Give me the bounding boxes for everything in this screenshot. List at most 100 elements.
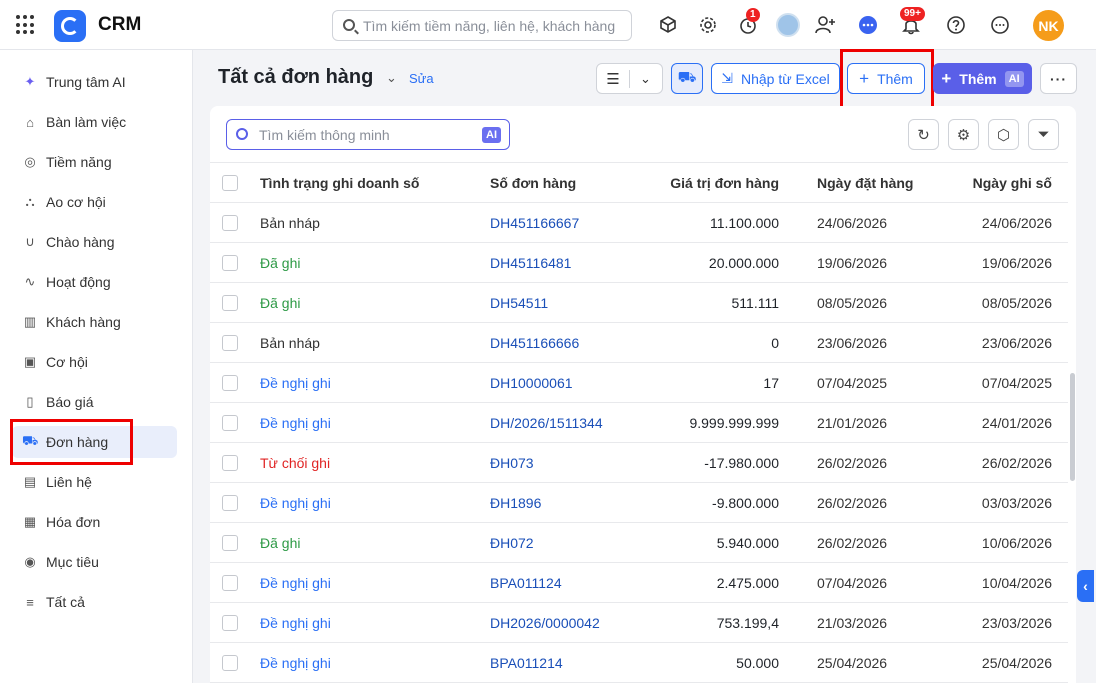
row-checkbox[interactable] [222, 574, 238, 591]
table-row[interactable]: Bản nháp DH451166667 11.100.000 24/06/2026 2… [210, 202, 1068, 243]
more-actions-button[interactable]: ··· [1040, 63, 1077, 94]
vertical-scrollbar[interactable] [1070, 373, 1075, 481]
chevron-left-icon: ‹ [1083, 578, 1088, 594]
help-icon[interactable] [944, 13, 968, 37]
briefcase-icon: ▣ [23, 354, 37, 369]
sidebar-item-ai-center[interactable]: ✦ Trung tâm AI [12, 66, 177, 98]
sidebar-item-label: Cơ hội [46, 354, 88, 370]
box-button[interactable]: ⬡ [988, 119, 1019, 150]
table-row[interactable]: Đề nghị ghi DH2026/0000042 753.199,4 21/03/… [210, 602, 1068, 643]
table-row[interactable]: Đã ghi DH54511 511.111 08/05/2026 08/05/2026 [210, 282, 1068, 323]
order-date-cell: 26/02/2026 [795, 442, 932, 483]
collapse-panel-tab[interactable]: ‹ [1077, 570, 1094, 602]
column-header-order-no[interactable]: Số đơn hàng [465, 162, 635, 203]
order-number-link[interactable]: DH2026/0000042 [465, 602, 635, 643]
row-checkbox[interactable] [222, 294, 238, 311]
order-date-cell: 07/04/2026 [795, 562, 932, 603]
import-excel-button[interactable]: ⇲ Nhập từ Excel [711, 63, 840, 94]
table-row[interactable]: Đề nghị ghi DH/2026/1511344 9.999.999.999 2… [210, 402, 1068, 443]
order-number-link[interactable]: DH451166667 [465, 202, 635, 243]
order-number-link[interactable]: DH451166666 [465, 322, 635, 363]
view-toggle-button[interactable]: ☰ ⌄ [596, 63, 663, 94]
sidebar-item-contacts[interactable]: ▤ Liên hệ [12, 466, 177, 498]
crm-logo-icon[interactable] [54, 10, 86, 42]
order-number-link[interactable]: DH45116481 [465, 242, 635, 283]
order-value-cell: 20.000.000 [635, 242, 795, 283]
table-row[interactable]: Đề nghị ghi BPA011124 2.475.000 07/04/2026 1… [210, 562, 1068, 603]
sidebar-item-activities[interactable]: ∿ Hoạt động [12, 266, 177, 298]
smart-search-input[interactable] [259, 125, 479, 145]
row-checkbox[interactable] [222, 374, 238, 391]
column-header-value[interactable]: Giá trị đơn hàng [635, 162, 795, 203]
order-date-cell: 08/05/2026 [795, 282, 932, 323]
order-value-cell: 50.000 [635, 642, 795, 683]
box-search-icon[interactable] [656, 13, 680, 37]
row-checkbox[interactable] [222, 614, 238, 631]
column-header-status[interactable]: Tình trạng ghi doanh số [250, 162, 465, 203]
table-row[interactable]: Đề nghị ghi DH10000061 17 07/04/2025 07/04/2… [210, 362, 1068, 403]
sidebar-item-orders[interactable]: ⛟ Đơn hàng [12, 426, 177, 458]
order-value-cell: 9.999.999.999 [635, 402, 795, 443]
sidebar-item-customers[interactable]: ▥ Khách hàng [12, 306, 177, 338]
chevron-down-icon[interactable]: ⌄ [386, 70, 397, 86]
order-number-link[interactable]: DH/2026/1511344 [465, 402, 635, 443]
order-number-link[interactable]: ĐH073 [465, 442, 635, 483]
select-all-checkbox[interactable] [222, 174, 238, 191]
sidebar-item-goals[interactable]: ◉ Mục tiêu [12, 546, 177, 578]
plus-icon: + [859, 68, 870, 88]
order-number-link[interactable]: BPA011214 [465, 642, 635, 683]
add-user-icon[interactable] [813, 13, 837, 37]
sidebar-item-offers[interactable]: ∪ Chào hàng [12, 226, 177, 258]
add-with-ai-button[interactable]: + Thêm AI [933, 63, 1032, 94]
sidebar-item-all[interactable]: ≡ Tất cả [12, 586, 177, 618]
user-avatar[interactable]: NK [1033, 10, 1064, 41]
sidebar-item-quotes[interactable]: ▯ Báo giá [12, 386, 177, 418]
table-row[interactable]: Đề nghị ghi BPA011214 50.000 25/04/2026 25/0… [210, 642, 1068, 683]
bot-avatar-icon[interactable] [776, 13, 800, 37]
sidebar-item-opportunity-pool[interactable]: ⛬ Ao cơ hội [12, 186, 177, 218]
row-checkbox[interactable] [222, 494, 238, 511]
row-select-cell [210, 522, 250, 563]
more-options-icon[interactable] [988, 13, 1012, 37]
settings-gear-icon[interactable] [696, 13, 720, 37]
cart-filter-button[interactable]: ⛟ [671, 63, 703, 94]
global-search[interactable] [332, 10, 632, 41]
sidebar-item-label: Báo giá [46, 394, 94, 410]
sidebar-item-workspace[interactable]: ⌂ Bàn làm việc [12, 106, 177, 138]
table-row[interactable]: Đề nghị ghi ĐH1896 -9.800.000 26/02/2026 03/… [210, 482, 1068, 523]
sidebar-item-opportunities[interactable]: ▣ Cơ hội [12, 346, 177, 378]
table-row[interactable]: Đã ghi DH45116481 20.000.000 19/06/2026 19/0… [210, 242, 1068, 283]
filter-button[interactable]: ⏷ [1028, 119, 1059, 150]
sidebar-item-invoices[interactable]: ▦ Hóa đơn [12, 506, 177, 538]
column-header-order-date[interactable]: Ngày đặt hàng [795, 162, 932, 203]
order-number-link[interactable]: ĐH072 [465, 522, 635, 563]
chat-icon[interactable] [856, 13, 880, 37]
column-header-record-date[interactable]: Ngày ghi số [932, 162, 1068, 203]
order-number-link[interactable]: DH54511 [465, 282, 635, 323]
order-value-cell: -9.800.000 [635, 482, 795, 523]
row-checkbox[interactable] [222, 534, 238, 551]
row-checkbox[interactable] [222, 654, 238, 671]
edit-view-link[interactable]: Sửa [409, 71, 434, 86]
global-search-input[interactable] [363, 16, 625, 36]
add-button[interactable]: + Thêm [847, 63, 925, 94]
record-date-cell: 26/02/2026 [932, 442, 1068, 483]
table-row[interactable]: Đã ghi ĐH072 5.940.000 26/02/2026 10/06/2026 [210, 522, 1068, 563]
row-checkbox[interactable] [222, 214, 238, 231]
record-date-cell: 19/06/2026 [932, 242, 1068, 283]
table-settings-button[interactable]: ⚙ [948, 119, 979, 150]
sidebar-item-leads[interactable]: ◎ Tiềm năng [12, 146, 177, 178]
order-number-link[interactable]: DH10000061 [465, 362, 635, 403]
row-select-cell [210, 362, 250, 403]
refresh-button[interactable]: ↻ [908, 119, 939, 150]
table-row[interactable]: Từ chối ghi ĐH073 -17.980.000 26/02/2026 26/… [210, 442, 1068, 483]
order-number-link[interactable]: ĐH1896 [465, 482, 635, 523]
row-checkbox[interactable] [222, 414, 238, 431]
row-checkbox[interactable] [222, 454, 238, 471]
row-checkbox[interactable] [222, 334, 238, 351]
table-row[interactable]: Bản nháp DH451166666 0 23/06/2026 23/06/2026 [210, 322, 1068, 363]
row-checkbox[interactable] [222, 254, 238, 271]
app-grid-icon[interactable] [16, 15, 36, 35]
smart-search[interactable]: AI [226, 119, 510, 150]
order-number-link[interactable]: BPA011124 [465, 562, 635, 603]
